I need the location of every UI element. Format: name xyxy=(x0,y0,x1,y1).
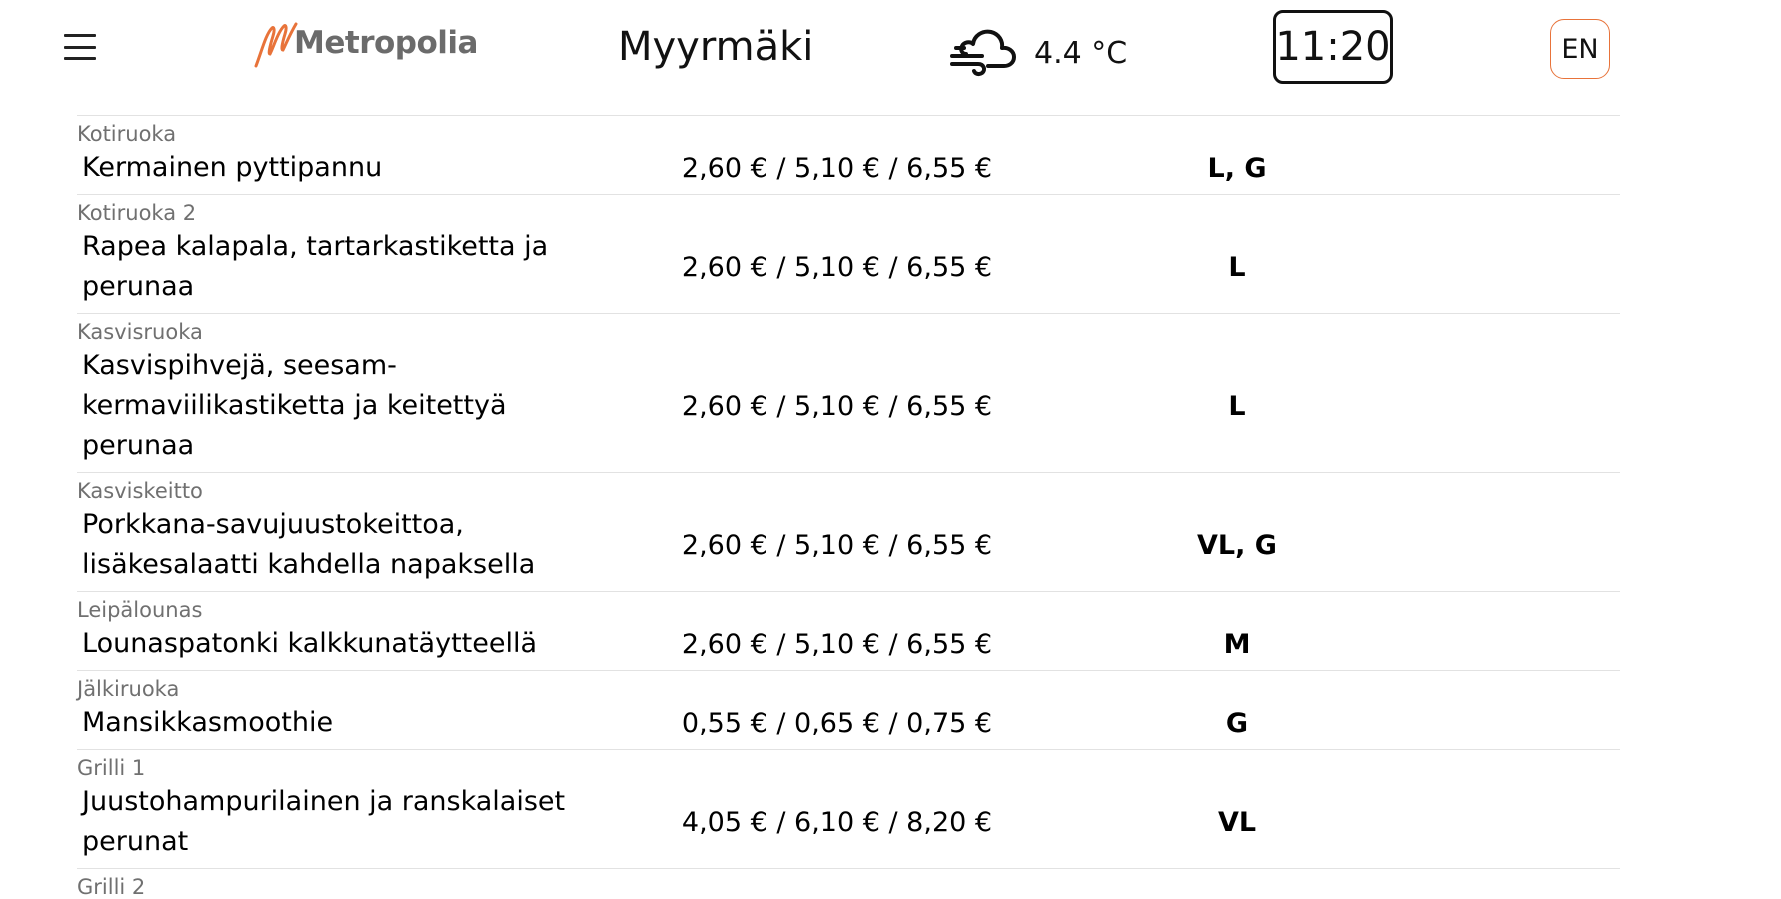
diet-tags: L xyxy=(1228,390,1246,422)
clock: 11:20 xyxy=(1273,10,1393,84)
menu-category: Jälkiruoka xyxy=(77,677,180,701)
metropolia-logo-mark-icon xyxy=(254,22,298,68)
weather-widget: 4.4 °C xyxy=(948,24,1127,82)
menu-row: Jälkiruoka Mansikkasmoothie 0,55 € / 0,6… xyxy=(77,670,1620,749)
menu-row: Kasvisruoka Kasvispihvejä, seesam-kermav… xyxy=(77,313,1620,472)
metropolia-logo: Metropolia xyxy=(254,20,478,72)
menu-category: Kasvisruoka xyxy=(77,320,203,344)
lunch-menu-list: Kotiruoka Kermainen pyttipannu 2,60 € / … xyxy=(77,115,1620,899)
menu-category: Kasviskeitto xyxy=(77,479,203,503)
wind-cloud-icon xyxy=(950,29,1016,77)
top-bar: Metropolia Myyrmäki 4.4 °C 11:20 EN xyxy=(0,0,1781,100)
dish-price: 2,60 € / 5,10 € / 6,55 € xyxy=(681,529,993,561)
menu-row: Leipälounas Lounaspatonki kalkkunatäytte… xyxy=(77,591,1620,670)
temperature: 4.4 °C xyxy=(1034,35,1128,71)
menu-category: Grilli 2 xyxy=(77,875,146,899)
language-button[interactable]: EN xyxy=(1550,19,1610,79)
campus-location: Myyrmäki xyxy=(618,24,814,70)
dish-price: 0,55 € / 0,65 € / 0,75 € xyxy=(681,707,993,739)
menu-category: Kotiruoka 2 xyxy=(77,201,197,225)
diet-tags: VL, G xyxy=(1197,529,1277,561)
menu-row: Grilli 2 xyxy=(77,868,1620,899)
dish-name: Mansikkasmoothie xyxy=(82,707,334,738)
dish-name: Kasvispihvejä, seesam-kermaviilikastiket… xyxy=(82,350,507,461)
dish-name: Porkkana-savujuustokeittoa, lisäkesalaat… xyxy=(82,509,536,580)
menu-category: Kotiruoka xyxy=(77,122,177,146)
dish-name: Juustohampurilainen ja ranskalaiset peru… xyxy=(82,786,566,857)
menu-row: Kotiruoka 2 Rapea kalapala, tartarkastik… xyxy=(77,194,1620,313)
hamburger-menu-icon[interactable] xyxy=(64,34,96,60)
menu-row: Grilli 1 Juustohampurilainen ja ranskala… xyxy=(77,749,1620,868)
menu-row: Kotiruoka Kermainen pyttipannu 2,60 € / … xyxy=(77,115,1620,194)
diet-tags: L, G xyxy=(1207,152,1267,184)
dish-price: 2,60 € / 5,10 € / 6,55 € xyxy=(681,628,993,660)
diet-tags: M xyxy=(1223,628,1251,660)
menu-category: Grilli 1 xyxy=(77,756,146,780)
diet-tags: G xyxy=(1225,707,1249,739)
dish-price: 2,60 € / 5,10 € / 6,55 € xyxy=(681,390,993,422)
dish-name: Rapea kalapala, tartarkastiketta ja peru… xyxy=(82,231,549,302)
diet-tags: VL xyxy=(1217,806,1257,838)
dish-name: Kermainen pyttipannu xyxy=(82,152,383,183)
diet-tags: L xyxy=(1228,251,1246,283)
dish-price: 4,05 € / 6,10 € / 8,20 € xyxy=(681,806,993,838)
dish-name: Lounaspatonki kalkkunatäytteellä xyxy=(82,628,538,659)
dish-price: 2,60 € / 5,10 € / 6,55 € xyxy=(681,152,993,184)
logo-text: Metropolia xyxy=(294,25,478,61)
menu-category: Leipälounas xyxy=(77,598,203,622)
menu-row: Kasviskeitto Porkkana-savujuustokeittoa,… xyxy=(77,472,1620,591)
dish-price: 2,60 € / 5,10 € / 6,55 € xyxy=(681,251,993,283)
